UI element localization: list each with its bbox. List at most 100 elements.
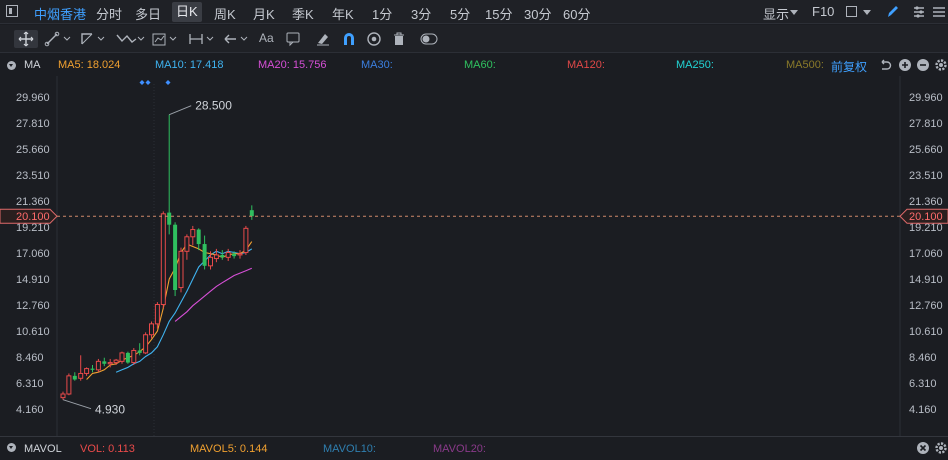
tab-period-yearly[interactable]: 年K [332, 4, 354, 23]
price-tick-label: 8.460 [16, 352, 44, 364]
price-axis-right: 29.960 27.810 25.660 23.510 21.360 19.210 17.0… [909, 92, 943, 416]
ma60-value: MA60: [464, 59, 496, 71]
tab-period-weekly[interactable]: 周K [214, 4, 236, 23]
toggle-icon[interactable] [420, 32, 438, 51]
price-tick-label: 17.060 [909, 248, 943, 260]
candle-body [213, 254, 219, 260]
candle [90, 364, 95, 373]
candle [137, 343, 142, 356]
display-menu[interactable]: 显示 [763, 4, 789, 23]
tab-period-3min[interactable]: 3分 [411, 4, 431, 23]
trend-line-icon[interactable] [44, 31, 72, 52]
candles [60, 114, 254, 400]
adjust-mode-button[interactable]: 前复权 [831, 58, 867, 75]
candle-body [72, 375, 77, 380]
price-tick-label: 21.360 [909, 196, 943, 208]
chart-markers: 20.100 20.100 28.500 4.930 [0, 80, 948, 417]
tab-period-60min[interactable]: 60分 [563, 4, 590, 23]
price-tick-label: 25.660 [909, 144, 943, 156]
collapse-icon[interactable] [7, 443, 16, 452]
candle [149, 321, 154, 339]
trash-icon[interactable] [392, 31, 406, 52]
candle-body [225, 252, 231, 258]
candle [225, 248, 231, 261]
mavol10-value: MAVOL10: [323, 443, 376, 455]
wave-line-icon[interactable] [116, 31, 146, 52]
candle-body [167, 212, 172, 225]
tab-period-quarterly[interactable]: 季K [292, 4, 314, 23]
range-tool-icon[interactable] [188, 31, 218, 52]
tab-period-5min[interactable]: 5分 [450, 4, 470, 23]
candle [173, 222, 178, 297]
magnet-icon[interactable] [342, 31, 356, 52]
candle-body [90, 368, 95, 370]
period-toolbar: 中烟香港 分时 多日 日K 周K 月K 季K 年K 1分 3分 5分 15分 3… [0, 0, 948, 24]
candle [184, 234, 190, 260]
tab-period-30min[interactable]: 30分 [524, 4, 551, 23]
candle [78, 355, 84, 381]
eye-icon[interactable] [366, 31, 382, 52]
price-tick-label: 10.610 [909, 326, 943, 338]
gear-icon[interactable] [934, 58, 948, 75]
mavol5-value: MAVOL5: 0.144 [190, 443, 268, 455]
ma20-line [174, 267, 253, 322]
candle [84, 367, 90, 376]
ma10-value: MA10: 17.418 [155, 59, 224, 71]
chevron-down-icon[interactable] [790, 10, 798, 15]
close-icon[interactable] [916, 441, 930, 460]
collapse-icon[interactable] [7, 61, 16, 70]
tab-period-fenshi[interactable]: 分时 [96, 4, 122, 23]
candle-body [249, 210, 254, 217]
drawing-toolbar: Aa [0, 25, 948, 53]
comment-icon[interactable] [286, 31, 300, 52]
text-tool-icon[interactable]: Aa [259, 31, 274, 45]
candle-body [137, 350, 142, 353]
chevron-down-icon[interactable] [863, 10, 871, 15]
ma-title: MA [24, 59, 41, 71]
arrow-left-icon[interactable] [222, 31, 252, 52]
menu-icon[interactable] [932, 4, 946, 25]
candle [66, 373, 72, 396]
candle-body [131, 349, 137, 364]
checkbox-icon[interactable] [846, 6, 857, 17]
tab-period-daily[interactable]: 日K [172, 2, 202, 22]
f10-button[interactable]: F10 [812, 4, 834, 19]
tab-period-multiday[interactable]: 多日 [135, 4, 161, 23]
candle-body [232, 253, 237, 257]
settings-icon[interactable] [912, 4, 926, 25]
ma500-value: MA500: [786, 59, 824, 71]
candle-body [208, 256, 213, 267]
gear-icon[interactable] [934, 441, 948, 460]
price-tick-label: 8.460 [909, 352, 937, 364]
kline-chart[interactable]: 29.960 27.810 25.660 23.510 21.360 19.210 17.0… [0, 76, 948, 436]
tab-period-15min[interactable]: 15分 [485, 4, 512, 23]
candle-body [202, 244, 207, 266]
candle-body [184, 236, 190, 252]
indicator-tool-icon[interactable] [152, 31, 182, 52]
crosshair-move-icon[interactable] [14, 30, 38, 48]
price-tick-label: 19.210 [909, 222, 943, 234]
tab-period-monthly[interactable]: 月K [253, 4, 275, 23]
window-icon[interactable] [6, 5, 18, 17]
candle [119, 351, 125, 364]
candle-body [84, 368, 90, 374]
ma30-value: MA30: [361, 59, 393, 71]
price-tick-label: 29.960 [16, 92, 50, 104]
pen-icon[interactable] [886, 4, 900, 25]
add-indicator-icon[interactable] [898, 58, 912, 75]
ma-indicator-bar: MA MA5: 18.024 MA10: 17.418 MA20: 15.756… [0, 54, 948, 76]
stock-name[interactable]: 中烟香港 [34, 4, 86, 23]
candle-body [178, 250, 184, 289]
event-marker-icon [145, 80, 151, 85]
tab-period-1min[interactable]: 1分 [372, 4, 392, 23]
undo-icon[interactable] [878, 58, 892, 75]
polyline-icon[interactable] [80, 31, 108, 52]
mavol20-value: MAVOL20: [433, 443, 486, 455]
remove-indicator-icon[interactable] [916, 58, 930, 75]
price-tick-label: 6.310 [909, 378, 937, 390]
candle-body [125, 352, 130, 363]
eraser-icon[interactable] [316, 31, 330, 52]
candle [220, 250, 225, 260]
price-tick-label: 4.160 [16, 404, 44, 416]
candle-body [173, 224, 178, 291]
